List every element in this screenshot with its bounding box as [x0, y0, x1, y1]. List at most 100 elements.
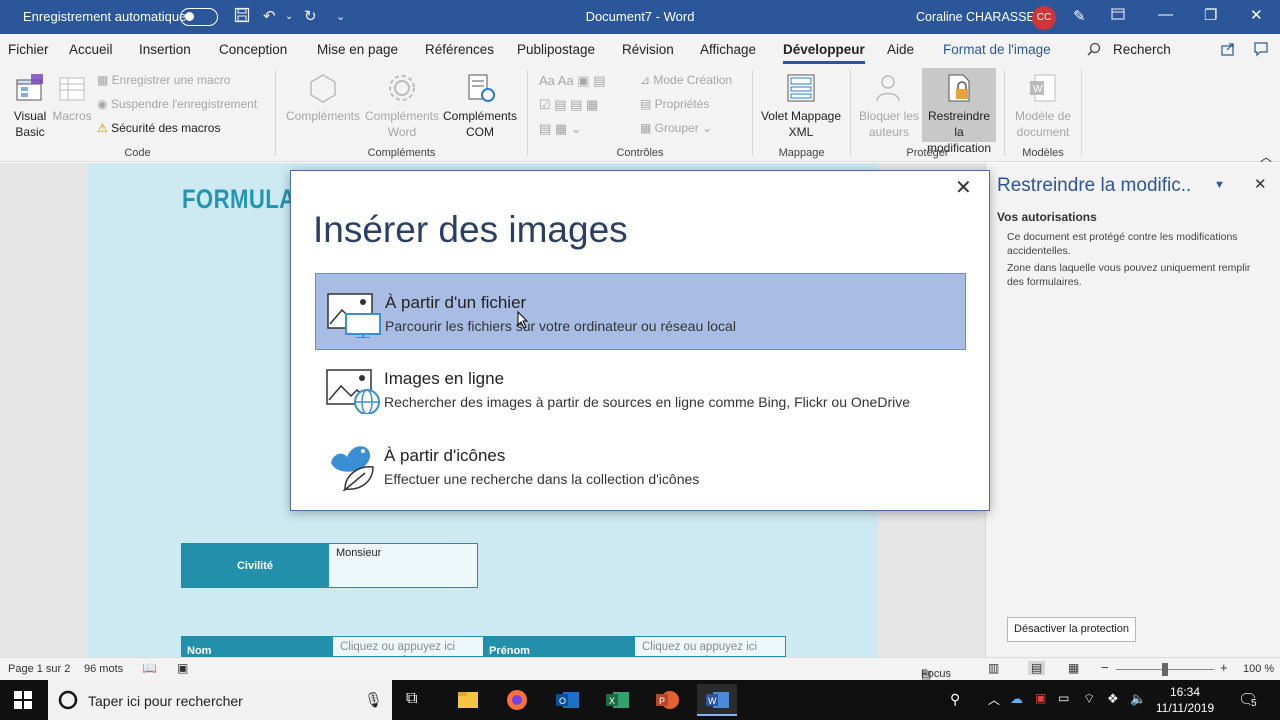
- excel-icon[interactable]: X: [597, 684, 637, 716]
- comments-icon[interactable]: [1253, 41, 1269, 60]
- group-label-controls: Contrôles: [616, 147, 664, 159]
- pane-title: Restreindre la modific..: [997, 175, 1192, 196]
- chevron-up-icon[interactable]: ︿: [988, 691, 1000, 708]
- group-separator: [275, 70, 276, 156]
- firstname-field[interactable]: Cliquez ou appuyez ici pour entrer du te…: [634, 636, 786, 657]
- dropbox-icon[interactable]: ❖: [1107, 691, 1119, 707]
- share-icon[interactable]: [1220, 41, 1236, 60]
- tab-conception[interactable]: Conception: [219, 42, 287, 57]
- clock-date: 11/11/2019: [1155, 701, 1215, 715]
- group-button[interactable]: ▦ Grouper ⌄: [640, 121, 712, 135]
- block-authors-button[interactable]: Bloquer les auteurs: [856, 72, 922, 140]
- addins-label: Compléments: [285, 109, 361, 123]
- visual-basic-button[interactable]: Visual Basic: [8, 72, 52, 140]
- tell-me-input[interactable]: Recherch: [1113, 42, 1171, 57]
- visual-basic-icon: [16, 74, 43, 101]
- record-macro-button[interactable]: ▦ Enregistrer une macro: [97, 73, 230, 87]
- page-count[interactable]: Page 1 sur 2: [8, 663, 70, 675]
- pause-recording-button[interactable]: ◉ Suspendre l'enregistrement: [97, 97, 257, 111]
- people-icon[interactable]: ⚲: [950, 691, 960, 708]
- pen-icon[interactable]: ✎: [1073, 7, 1086, 25]
- dialog-close-icon[interactable]: ✕: [955, 175, 972, 200]
- proofing-icon[interactable]: 📖: [142, 661, 157, 675]
- word-count[interactable]: 96 mots: [84, 663, 123, 675]
- cortana-icon: [58, 690, 78, 713]
- notifications-count: 5: [1250, 698, 1258, 709]
- com-addins-button[interactable]: Compléments COM: [440, 72, 520, 140]
- restrict-editing-button[interactable]: Restreindre la modification: [922, 72, 996, 156]
- outlook-icon[interactable]: O: [547, 684, 587, 716]
- tab-references[interactable]: Références: [425, 42, 494, 57]
- avatar[interactable]: CC: [1032, 6, 1056, 30]
- legacy-controls-icon[interactable]: ▤ ▦ ⌄: [539, 121, 582, 137]
- volume-icon[interactable]: 🔈: [1130, 691, 1146, 707]
- document-title: Document7 - Word: [585, 9, 695, 24]
- tab-format-image[interactable]: Format de l'image: [943, 42, 1051, 57]
- clock-time: 16:34: [1169, 685, 1201, 699]
- tab-mise-en-page[interactable]: Mise en page: [317, 42, 398, 57]
- search-icon[interactable]: [1087, 42, 1101, 59]
- tab-publipostage[interactable]: Publipostage: [517, 42, 595, 57]
- tab-accueil[interactable]: Accueil: [69, 42, 113, 57]
- name-field[interactable]: Cliquez ou appuyez ici pour entrer du te…: [332, 636, 484, 657]
- checkbox-controls-icon[interactable]: ☑ ▤ ▤ ▦: [539, 97, 598, 113]
- task-view-icon[interactable]: ⧉: [406, 690, 417, 708]
- document-template-button[interactable]: W Modèle de document: [1010, 72, 1076, 140]
- zoom-level[interactable]: 100 %: [1243, 663, 1274, 675]
- design-mode-button[interactable]: ⊿ Mode Création: [640, 73, 732, 87]
- group-separator: [752, 70, 753, 156]
- tab-developpeur[interactable]: Développeur: [783, 42, 865, 64]
- macro-security-button[interactable]: ⚠ Sécurité des macros: [97, 121, 220, 135]
- taskbar-search-box[interactable]: Taper ici pour rechercher 🎙: [48, 680, 392, 720]
- minimize-icon[interactable]: —: [1158, 6, 1173, 23]
- group-label-protect: Protéger: [906, 147, 949, 159]
- powerpoint-icon[interactable]: P: [647, 684, 687, 716]
- civility-label: Civilité: [181, 543, 329, 588]
- properties-button[interactable]: ▤ Propriétés: [640, 97, 709, 111]
- tab-fichier[interactable]: Fichier: [8, 42, 49, 57]
- text-controls-icon[interactable]: Aa Aa ▣ ▤: [539, 73, 606, 89]
- firefox-icon[interactable]: [497, 684, 537, 716]
- option-online-pictures-description: Rechercher des images à partir de source…: [384, 394, 911, 410]
- wifi-icon[interactable]: ⌔: [1083, 691, 1095, 707]
- zoom-slider-thumb[interactable]: [1162, 663, 1168, 676]
- microphone-icon[interactable]: 🎙: [364, 691, 383, 709]
- word-taskbar-icon[interactable]: W: [697, 684, 737, 716]
- com-addins-label: Compléments COM: [442, 109, 518, 139]
- zoom-out-icon[interactable]: −: [1101, 660, 1109, 675]
- xml-mapping-button[interactable]: Volet Mappage XML: [758, 72, 844, 140]
- security-icon[interactable]: ▣: [1035, 691, 1046, 705]
- accessibility-icon[interactable]: ▣: [177, 661, 188, 675]
- web-layout-icon[interactable]: ▦: [1068, 661, 1079, 675]
- file-explorer-icon[interactable]: [448, 684, 488, 716]
- ribbon: Visual Basic Macros ▦ Enregistrer une ma…: [0, 66, 1280, 164]
- disable-protection-button[interactable]: Désactiver la protection: [1007, 617, 1136, 642]
- tab-affichage[interactable]: Affichage: [700, 42, 756, 57]
- option-from-file[interactable]: À partir d'un fichier Parcourir les fich…: [315, 273, 966, 350]
- taskbar: Taper ici pour rechercher 🎙 ⧉ O X P W ⚲ …: [0, 680, 1280, 720]
- print-layout-icon[interactable]: ▤: [1028, 661, 1046, 675]
- tab-aide[interactable]: Aide: [887, 42, 914, 57]
- word-addins-button[interactable]: Compléments Word: [362, 72, 442, 140]
- restore-icon[interactable]: ❐: [1204, 6, 1217, 24]
- tab-insertion[interactable]: Insertion: [139, 42, 191, 57]
- windows-start-icon[interactable]: [14, 691, 32, 712]
- civility-dropdown[interactable]: Monsieur: [328, 543, 478, 588]
- pane-options-chevron-icon[interactable]: ▼: [1214, 179, 1225, 191]
- battery-icon[interactable]: ▭: [1058, 691, 1069, 705]
- close-window-icon[interactable]: ✕: [1250, 6, 1263, 24]
- group-label-code: Code: [124, 147, 151, 159]
- macros-button[interactable]: Macros: [52, 72, 92, 124]
- ribbon-display-icon[interactable]: [1111, 7, 1125, 25]
- read-mode-icon[interactable]: ▥: [988, 661, 999, 675]
- option-online-pictures[interactable]: Images en ligne Rechercher des images à …: [315, 350, 966, 427]
- taskbar-clock[interactable]: 16:34 11/11/2019: [1150, 684, 1220, 716]
- onedrive-icon[interactable]: ☁: [1010, 691, 1023, 707]
- pane-close-icon[interactable]: ✕: [1254, 175, 1267, 193]
- macros-icon: [59, 77, 85, 101]
- zoom-in-icon[interactable]: +: [1220, 660, 1228, 675]
- user-name[interactable]: Coraline CHARASSE: [916, 10, 1035, 24]
- addins-button[interactable]: Compléments: [283, 72, 363, 124]
- option-from-icons[interactable]: À partir d'icônes Effectuer une recherch…: [315, 427, 966, 504]
- tab-revision[interactable]: Révision: [622, 42, 674, 57]
